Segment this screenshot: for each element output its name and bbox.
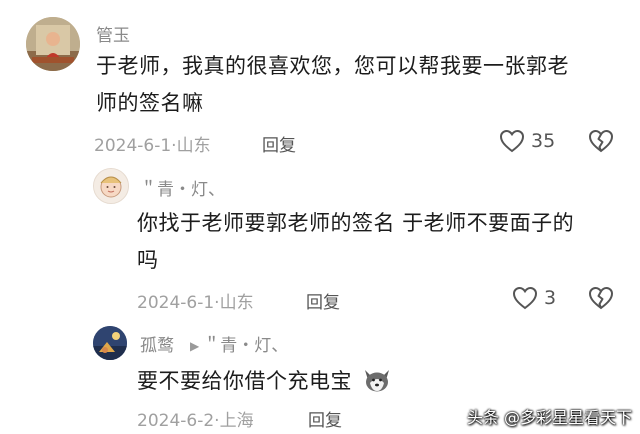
husky-dog-emoji-icon	[365, 370, 390, 392]
reply-target[interactable]: ▶ ＂青・灯、	[188, 331, 288, 356]
reply-button[interactable]: 回复	[262, 131, 296, 156]
comment-text: 于老师，我真的很喜欢您，您可以帮我要一张郭老 师的签名嘛	[96, 48, 626, 122]
avatar[interactable]	[26, 17, 80, 71]
username[interactable]: ＂青・灯、	[140, 175, 225, 200]
avatar-image	[94, 169, 128, 203]
comment-1: 管玉 于老师，我真的很喜欢您，您可以帮我要一张郭老 师的签名嘛 2024-6-1…	[0, 0, 640, 160]
like-button[interactable]: 35	[499, 129, 555, 153]
like-count: 3	[544, 287, 557, 309]
avatar-image	[93, 326, 127, 360]
comment-meta: 2024-6-1·山东	[94, 131, 211, 156]
broken-heart-icon	[588, 286, 614, 310]
heart-outline-icon	[499, 129, 525, 153]
avatar[interactable]	[93, 326, 127, 360]
reply-button[interactable]: 回复	[306, 288, 340, 313]
reply-button[interactable]: 回复	[308, 406, 342, 431]
comment-location: 山东	[176, 136, 211, 156]
comment-text-line: 于老师，我真的很喜欢您，您可以帮我要一张郭老	[96, 54, 569, 78]
comment-text-line: 师的签名嘛	[96, 91, 204, 115]
broken-heart-icon	[588, 129, 614, 153]
comment-text-line: 你找于老师要郭老师的签名 于老师不要面子的	[137, 211, 575, 235]
comment-meta: 2024-6-1·山东	[137, 288, 254, 313]
comment-text: 你找于老师要郭老师的签名 于老师不要面子的 吗	[137, 205, 627, 279]
comment-2: ＂青・灯、 你找于老师要郭老师的签名 于老师不要面子的 吗 2024-6-1·山…	[0, 160, 640, 315]
heart-outline-icon	[512, 286, 538, 310]
dislike-button[interactable]	[588, 286, 614, 314]
comment-meta: 2024-6-2·上海	[137, 406, 254, 431]
comment-text: 要不要给你借个充电宝	[137, 363, 627, 400]
avatar[interactable]	[93, 168, 129, 204]
comment-date: 2024-6-2	[137, 411, 215, 431]
watermark: 头条 @多彩星星看天下	[466, 408, 632, 427]
comment-text-line: 要不要给你借个充电宝	[137, 369, 352, 393]
comment-location: 上海	[219, 411, 254, 431]
username[interactable]: 管玉	[96, 21, 130, 46]
comment-text-line: 吗	[137, 248, 159, 272]
like-count: 35	[531, 130, 556, 152]
avatar-image	[26, 17, 80, 71]
comment-date: 2024-6-1	[137, 293, 215, 313]
caret-right-icon: ▶	[190, 339, 200, 353]
reply-target-name: ＂青・灯、	[203, 336, 289, 356]
dislike-button[interactable]	[588, 129, 614, 157]
username[interactable]: 孤鹜	[140, 331, 174, 356]
like-button[interactable]: 3	[512, 286, 556, 310]
comment-date: 2024-6-1	[94, 136, 172, 156]
comment-location: 山东	[219, 293, 254, 313]
